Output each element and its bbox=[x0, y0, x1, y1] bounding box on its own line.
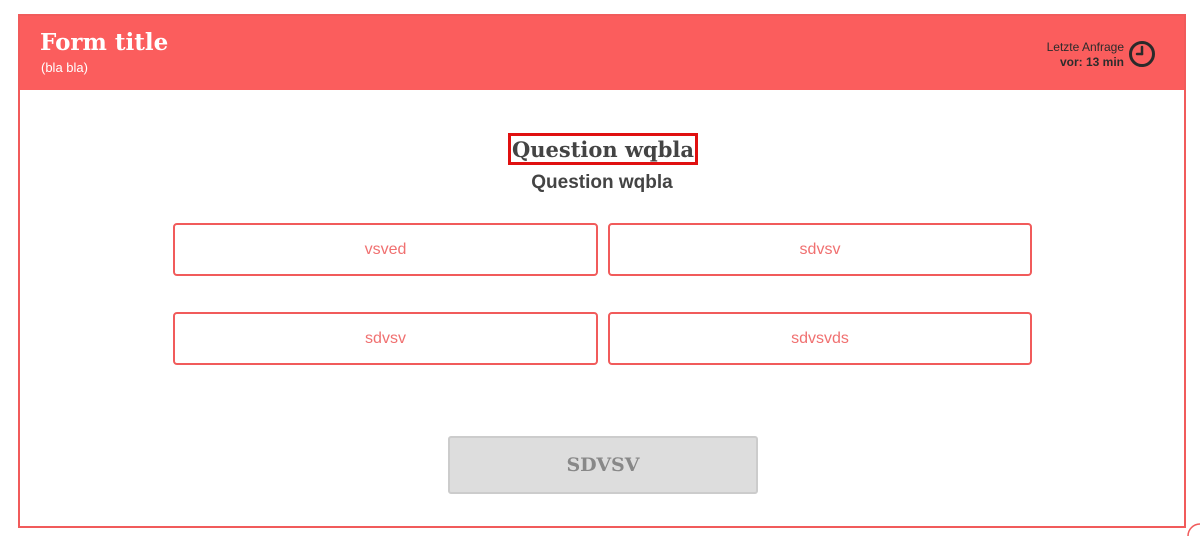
last-request-label: Letzte Anfrage bbox=[1046, 40, 1124, 54]
form-header: Form title (bla bla) Letzte Anfrage vor:… bbox=[20, 16, 1184, 90]
clock-icon bbox=[1129, 41, 1155, 67]
form-title: Form title bbox=[40, 29, 169, 56]
answer-option-1[interactable]: vsved bbox=[173, 223, 598, 276]
answer-option-3[interactable]: sdvsv bbox=[173, 312, 598, 365]
answer-options: vsved sdvsv sdvsv sdvsvds bbox=[173, 223, 1033, 365]
last-request-info: Letzte Anfrage vor: 13 min bbox=[1047, 40, 1124, 70]
form-subtitle: (bla bla) bbox=[41, 60, 88, 75]
submit-button[interactable]: SDVSV bbox=[448, 436, 758, 494]
answer-option-4[interactable]: sdvsvds bbox=[608, 312, 1032, 365]
question-title-highlight: Question wqbla bbox=[508, 133, 698, 165]
corner-decoration bbox=[1187, 523, 1200, 536]
last-request-time: vor: 13 min bbox=[1059, 55, 1124, 69]
question-subtitle: Question wqbla bbox=[531, 172, 673, 193]
form-card: Form title (bla bla) Letzte Anfrage vor:… bbox=[18, 14, 1186, 528]
answer-option-2[interactable]: sdvsv bbox=[608, 223, 1032, 276]
question-title: Question wqbla bbox=[511, 136, 695, 162]
